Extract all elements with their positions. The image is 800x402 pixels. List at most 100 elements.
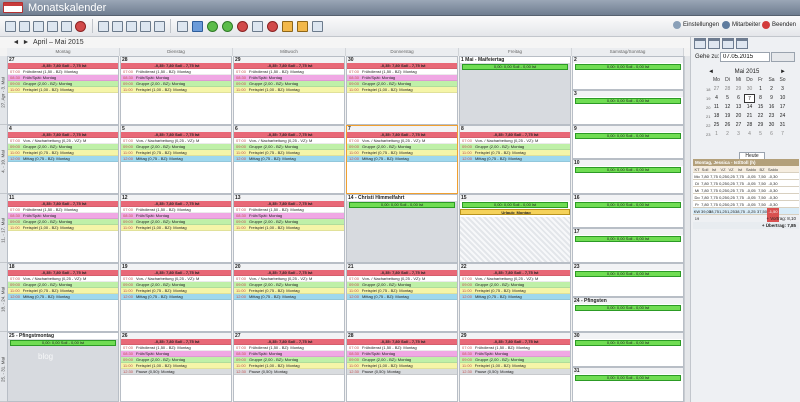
- mini-day[interactable]: 4: [711, 94, 722, 103]
- year-view-icon[interactable]: [736, 38, 748, 49]
- calendar-event[interactable]: 12:00 Mittag (0,75 - BZ): Montag: [460, 156, 570, 162]
- mini-day[interactable]: 4: [744, 130, 755, 139]
- mini-day[interactable]: 29: [733, 85, 744, 94]
- list-icon[interactable]: [295, 19, 309, 33]
- paste-icon[interactable]: [31, 19, 45, 33]
- mini-day[interactable]: 22: [755, 112, 766, 121]
- day-view-icon[interactable]: [694, 38, 706, 49]
- print-icon[interactable]: [96, 19, 110, 33]
- weekend-cell[interactable]: 2 0,00: 0,00 Soll - 0,00 Ist: [572, 56, 684, 90]
- calendar-event[interactable]: 12:30 Pause (0,50): Montag: [347, 369, 457, 375]
- weekend-cell[interactable]: 9 0,00: 0,00 Soll - 0,00 Ist: [572, 125, 684, 159]
- goto-button[interactable]: [771, 52, 795, 62]
- mini-day[interactable]: 8: [755, 94, 766, 103]
- day-cell[interactable]: 18 -0,35: 7,80 Soll - 7,75 Ist 07:00 Von- /…: [7, 263, 119, 332]
- mini-day[interactable]: 2: [722, 130, 733, 139]
- goto-date-input[interactable]: [720, 52, 770, 62]
- calendar-event[interactable]: 11:00 Freispiel (1,00 - BZ): Montag: [234, 87, 344, 93]
- mini-day[interactable]: 6: [766, 130, 777, 139]
- staff-link[interactable]: Mitarbeiter: [722, 21, 760, 29]
- day-cell[interactable]: 30 -0,35: 7,80 Soll - 7,75 Ist 07:00 Frühdi…: [346, 56, 458, 125]
- weekend-cell[interactable]: 23 0,00: 0,00 Soll - 0,00 Ist: [572, 263, 684, 297]
- mini-day[interactable]: 10: [777, 94, 788, 103]
- calendar-event[interactable]: 12:00 Mittag (0,75 - BZ): Montag: [234, 156, 344, 162]
- mini-prev-button[interactable]: ◄: [708, 68, 714, 76]
- day-balance[interactable]: 0,00: 0,00 Soll - 0,00 Ist: [575, 340, 681, 346]
- mini-day[interactable]: 3: [733, 130, 744, 139]
- day-cell[interactable]: 1 Mai - Maifeiertag 0,00: 0,00 Soll - 0,0…: [459, 56, 571, 125]
- day-cell[interactable]: 5 -0,35: 7,80 Soll - 7,75 Ist 07:00 Von- / …: [120, 125, 232, 194]
- mini-day[interactable]: 3: [777, 85, 788, 94]
- time-row[interactable]: Di 7,80 7,75 0,25 0,25 7,75 -0,05 7,50 -0,30: [693, 180, 799, 187]
- settings-link[interactable]: Einstellungen: [673, 21, 719, 29]
- day-cell[interactable]: 8 -0,35: 7,80 Soll - 7,75 Ist 07:00 Von- / …: [459, 125, 571, 194]
- day-balance[interactable]: 0,00: 0,00 Soll - 0,00 Ist: [575, 271, 681, 277]
- quit-link[interactable]: Beenden: [762, 21, 796, 29]
- calendar-event[interactable]: 12:30 Pause (0,50): Montag: [234, 369, 344, 375]
- mini-day[interactable]: 1: [711, 130, 722, 139]
- day-cell[interactable]: 20 -0,35: 7,80 Soll - 7,75 Ist 07:00 Von- /…: [233, 263, 345, 332]
- clock-icon[interactable]: [250, 19, 264, 33]
- scissors-icon[interactable]: [59, 19, 73, 33]
- day-cell[interactable]: 21 -0,35: 7,80 Soll - 7,75 Ist 07:00 Von- /…: [346, 263, 458, 332]
- day-balance[interactable]: 0,00: 0,00 Soll - 0,00 Ist: [575, 133, 681, 139]
- user-icon[interactable]: [190, 19, 204, 33]
- day-cell[interactable]: 29 -0,35: 7,80 Soll - 7,75 Ist 07:00 Frühdi…: [459, 332, 571, 402]
- calendar-event[interactable]: 12:00 Mittag (0,75 - BZ): Montag: [347, 156, 457, 162]
- day-balance[interactable]: 0,00: 0,00 Soll - 0,00 Ist: [575, 98, 681, 104]
- calendar-event[interactable]: 12:00 Mittag (0,75 - BZ): Montag: [234, 294, 344, 300]
- day-balance[interactable]: 0,00: 0,00 Soll - 0,00 Ist: [575, 167, 681, 173]
- mini-day[interactable]: 17: [777, 103, 788, 112]
- calendar-event[interactable]: 11:00 Freispiel (1,00 - BZ): Montag: [8, 225, 118, 231]
- calendar-event[interactable]: 12:00 Mittag (0,75 - BZ): Montag: [8, 294, 118, 300]
- table-icon[interactable]: [310, 19, 324, 33]
- prev-month-button[interactable]: ◄: [12, 38, 20, 47]
- time-row[interactable]: Fr 7,80 7,75 0,25 0,25 7,75 -0,05 7,50 -0,30: [693, 201, 799, 208]
- mini-day[interactable]: 11: [711, 103, 722, 112]
- mini-next-button[interactable]: ►: [780, 68, 786, 76]
- weekend-cell[interactable]: 16 0,00: 0,00 Soll - 0,00 Ist: [572, 194, 684, 228]
- mini-day[interactable]: 5: [755, 130, 766, 139]
- mini-day[interactable]: 2: [766, 85, 777, 94]
- mini-day[interactable]: 23: [766, 112, 777, 121]
- day-balance[interactable]: 0,00: 0,00 Soll - 0,00 Ist: [575, 202, 681, 208]
- day-balance[interactable]: 0,00: 0,00 Soll - 0,00 Ist: [462, 64, 568, 70]
- calendar-event[interactable]: 12:00 Mittag (0,75 - BZ): Montag: [121, 294, 231, 300]
- template-icon[interactable]: [280, 19, 294, 33]
- day-cell[interactable]: 12 -0,35: 7,80 Soll - 7,75 Ist 07:00 Frühdi…: [120, 194, 232, 263]
- mini-day[interactable]: 20: [733, 112, 744, 121]
- day-cell[interactable]: 27 -0,35: 7,80 Soll - 7,75 Ist 07:00 Frühdi…: [7, 56, 119, 125]
- time-row[interactable]: Do 7,80 7,75 0,25 0,25 7,75 -0,05 7,50 -0,30: [693, 194, 799, 201]
- day-cell[interactable]: 26 -0,35: 7,80 Soll - 7,75 Ist 07:00 Frühdi…: [120, 332, 232, 402]
- day-cell[interactable]: 6 -0,35: 7,80 Soll - 7,75 Ist 07:00 Von- / …: [233, 125, 345, 194]
- calendar-event[interactable]: 11:00 Freispiel (1,00 - BZ): Montag: [8, 87, 118, 93]
- day-cell[interactable]: 7 -0,35: 7,80 Soll - 7,75 Ist 07:00 Von- / …: [346, 125, 458, 194]
- mini-day[interactable]: 31: [777, 121, 788, 130]
- day-cell[interactable]: 15 0,00: 0,00 Soll - 0,00 Ist Urlaub: Mont…: [459, 194, 571, 263]
- mini-day[interactable]: 16: [766, 103, 777, 112]
- time-row[interactable]: Mo 7,80 7,75 0,25 0,25 7,75 -0,05 7,50 -0,30: [693, 173, 799, 180]
- calendar-event[interactable]: 12:30 Pause (0,50): Montag: [121, 369, 231, 375]
- month-view-icon[interactable]: [722, 38, 734, 49]
- add-entry-icon[interactable]: [220, 19, 234, 33]
- day-cell[interactable]: 19 -0,35: 7,80 Soll - 7,75 Ist 07:00 Von- /…: [120, 263, 232, 332]
- calendar-event[interactable]: 12:00 Mittag (0,75 - BZ): Montag: [347, 294, 457, 300]
- day-balance[interactable]: 0,00: 0,00 Soll - 0,00 Ist: [575, 375, 681, 381]
- mini-day[interactable]: 27: [733, 121, 744, 130]
- vacation-event[interactable]: Urlaub: Montag: [460, 209, 570, 215]
- mini-day[interactable]: 19: [722, 112, 733, 121]
- mini-day[interactable]: 27: [711, 85, 722, 94]
- day-cell[interactable]: 25 - Pfingstmontag 0,00: 0,00 Soll - 0,00…: [7, 332, 119, 402]
- clock-remove-icon[interactable]: [265, 19, 279, 33]
- calendar-event[interactable]: 12:00 Mittag (0,75 - BZ): Montag: [121, 156, 231, 162]
- copy-icon[interactable]: [17, 19, 31, 33]
- calendar-event[interactable]: 12:30 Pause (0,50): Montag: [460, 369, 570, 375]
- time-row[interactable]: Mi 7,80 7,75 0,25 0,25 7,75 -0,05 7,50 -0,30: [693, 187, 799, 194]
- print-preview-icon[interactable]: [110, 19, 124, 33]
- calendar-event[interactable]: 11:00 Freispiel (1,00 - BZ): Montag: [347, 87, 457, 93]
- day-cell[interactable]: 29 -0,35: 7,80 Soll - 7,75 Ist 07:00 Frühdi…: [233, 56, 345, 125]
- day-cell[interactable]: 14 - Christi Himmelfahrt 0,00: 0,00 Soll …: [346, 194, 458, 263]
- filter-icon[interactable]: [175, 19, 189, 33]
- mini-day[interactable]: 13: [733, 103, 744, 112]
- day-cell[interactable]: 27 -0,35: 7,80 Soll - 7,75 Ist 07:00 Frühdi…: [233, 332, 345, 402]
